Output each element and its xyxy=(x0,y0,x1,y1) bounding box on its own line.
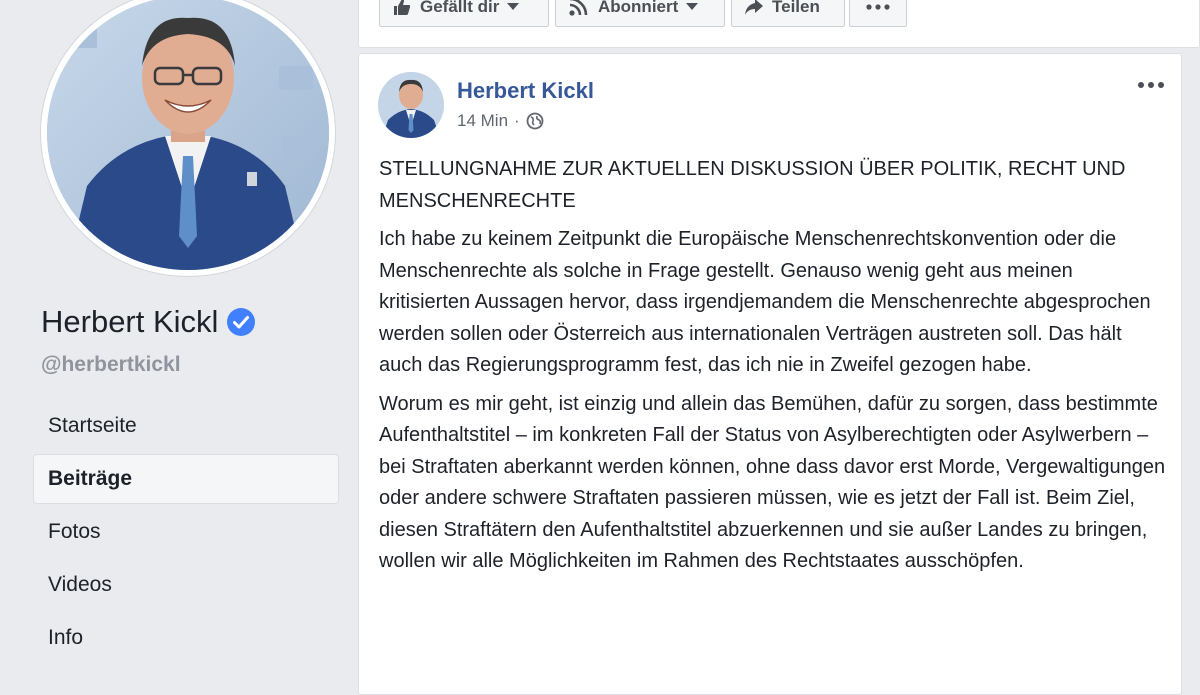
nav-item-beitraege[interactable]: Beiträge xyxy=(34,455,338,503)
profile-handle[interactable]: @herbertkickl xyxy=(41,353,181,377)
profile-photo-image xyxy=(47,0,329,270)
profile-name-text: Herbert Kickl xyxy=(41,304,219,339)
post-options-button[interactable] xyxy=(1137,76,1165,94)
globe-icon[interactable] xyxy=(526,112,544,130)
post-paragraph: Worum es mir geht, ist einzig und allein… xyxy=(379,392,1166,573)
post-meta: 14 Min · xyxy=(457,111,544,131)
follow-page-label: Abonniert xyxy=(598,0,679,16)
post-headline: STELLUNGNAHME ZUR AKTUELLEN DISKUSSION Ü… xyxy=(379,158,1126,212)
thumbs-up-icon xyxy=(392,0,412,17)
profile-name[interactable]: Herbert Kickl xyxy=(41,304,256,340)
verified-badge-icon xyxy=(226,307,256,337)
nav-item-startseite[interactable]: Startseite xyxy=(34,402,338,450)
nav-item-fotos[interactable]: Fotos xyxy=(34,508,338,556)
page-nav: Startseite Beiträge Fotos Videos Info xyxy=(34,402,338,667)
share-page-label: Teilen xyxy=(772,0,820,16)
meta-separator: · xyxy=(514,111,520,130)
caret-down-icon xyxy=(507,3,520,11)
more-options-button[interactable] xyxy=(849,0,907,27)
follow-page-button[interactable]: Abonniert xyxy=(555,0,725,27)
post-author-avatar[interactable] xyxy=(378,72,444,138)
post-paragraph: Ich habe zu keinem Zeitpunkt die Europäi… xyxy=(379,228,1151,376)
share-arrow-icon xyxy=(744,0,764,16)
nav-item-videos[interactable]: Videos xyxy=(34,561,338,609)
caret-down-icon xyxy=(686,3,699,11)
more-dots-icon xyxy=(866,4,890,10)
nav-item-info[interactable]: Info xyxy=(34,614,338,662)
page-action-bar: Gefällt dir Abonniert Teilen xyxy=(358,0,1200,48)
more-dots-icon xyxy=(1137,81,1165,89)
like-page-button[interactable]: Gefällt dir xyxy=(379,0,549,27)
post-timestamp[interactable]: 14 Min xyxy=(457,111,508,131)
rss-icon xyxy=(568,0,588,17)
avatar-image xyxy=(378,72,444,138)
post-card: Herbert Kickl 14 Min · STELLUNGNAHME ZUR… xyxy=(358,53,1182,695)
post-text: STELLUNGNAHME ZUR AKTUELLEN DISKUSSION Ü… xyxy=(379,154,1169,585)
profile-picture[interactable] xyxy=(41,0,335,276)
share-page-button[interactable]: Teilen xyxy=(731,0,845,27)
like-page-label: Gefällt dir xyxy=(420,0,500,16)
post-author-name[interactable]: Herbert Kickl xyxy=(457,78,594,104)
